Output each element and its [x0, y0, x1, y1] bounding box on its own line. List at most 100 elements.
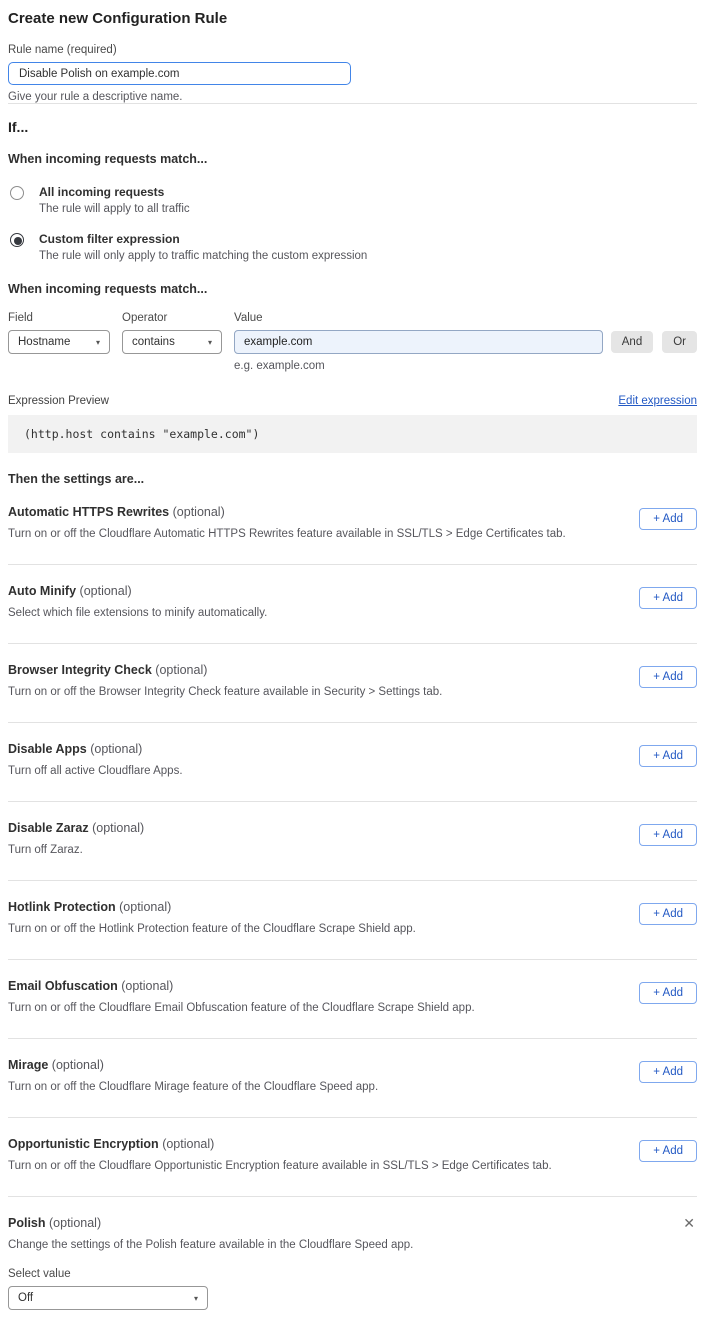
radio-description: The rule will only apply to traffic matc…	[39, 250, 367, 262]
setting-name: Mirage	[8, 1058, 48, 1072]
value-column: Value e.g. example.com	[234, 312, 603, 372]
expression-builder-row: Field Hostname ▾ Operator contains ▾ Val…	[8, 312, 697, 372]
operator-column: Operator contains ▾	[122, 312, 222, 354]
setting-row-email-obfuscation: Email Obfuscation (optional) Turn on or …	[8, 960, 697, 1039]
rule-name-helper: Give your rule a descriptive name.	[8, 91, 697, 103]
setting-description: Turn on or off the Cloudflare Automatic …	[8, 528, 566, 540]
setting-row-auto-minify: Auto Minify (optional) Select which file…	[8, 565, 697, 644]
polish-select-value: Off	[18, 1292, 33, 1304]
polish-select-group: Select value Off ▾	[8, 1268, 697, 1310]
expression-builder-heading: When incoming requests match...	[8, 282, 697, 296]
edit-expression-link[interactable]: Edit expression	[618, 395, 697, 407]
radio-label: Custom filter expression	[39, 232, 367, 246]
setting-name: Auto Minify	[8, 584, 76, 598]
setting-info: Hotlink Protection (optional) Turn on or…	[8, 900, 416, 935]
chevron-down-icon: ▾	[208, 338, 212, 347]
value-helper: e.g. example.com	[234, 360, 603, 372]
value-label: Value	[234, 312, 603, 324]
setting-name: Automatic HTTPS Rewrites	[8, 505, 169, 519]
setting-description: Turn on or off the Browser Integrity Che…	[8, 686, 442, 698]
setting-row-hotlink-protection: Hotlink Protection (optional) Turn on or…	[8, 881, 697, 960]
setting-name: Hotlink Protection	[8, 900, 116, 914]
optional-tag: (optional)	[52, 1058, 104, 1072]
add-browser-integrity-check-button[interactable]: + Add	[639, 666, 697, 688]
setting-row-opportunistic-encryption: Opportunistic Encryption (optional) Turn…	[8, 1118, 697, 1197]
setting-info: Email Obfuscation (optional) Turn on or …	[8, 979, 475, 1014]
polish-header: Polish (optional) ✕	[8, 1216, 697, 1230]
add-auto-minify-button[interactable]: + Add	[639, 587, 697, 609]
close-icon[interactable]: ✕	[681, 1216, 697, 1230]
page-title: Create new Configuration Rule	[8, 10, 697, 27]
rule-name-group: Rule name (required) Give your rule a de…	[8, 44, 697, 103]
chevron-down-icon: ▾	[194, 1294, 198, 1303]
setting-description: Turn on or off the Hotlink Protection fe…	[8, 923, 416, 935]
radio-all-incoming-requests[interactable]: All incoming requests The rule will appl…	[8, 185, 697, 215]
setting-name: Opportunistic Encryption	[8, 1137, 159, 1151]
match-heading: When incoming requests match...	[8, 152, 697, 166]
setting-description: Turn on or off the Cloudflare Mirage fea…	[8, 1081, 378, 1093]
chevron-down-icon: ▾	[96, 338, 100, 347]
operator-select-value: contains	[132, 336, 175, 348]
expression-preview-label: Expression Preview	[8, 395, 109, 407]
and-button[interactable]: And	[611, 331, 653, 353]
polish-value-select[interactable]: Off ▾	[8, 1286, 208, 1310]
setting-row-browser-integrity-check: Browser Integrity Check (optional) Turn …	[8, 644, 697, 723]
add-automatic-https-rewrites-button[interactable]: + Add	[639, 508, 697, 530]
field-label: Field	[8, 312, 110, 324]
setting-description: Select which file extensions to minify a…	[8, 607, 267, 619]
setting-info: Mirage (optional) Turn on or off the Clo…	[8, 1058, 378, 1093]
setting-description: Turn off Zaraz.	[8, 844, 144, 856]
optional-tag: (optional)	[173, 505, 225, 519]
radio-icon[interactable]	[10, 186, 24, 200]
setting-name: Polish	[8, 1216, 46, 1230]
conjunction-buttons: And Or	[611, 312, 697, 353]
setting-description: Turn off all active Cloudflare Apps.	[8, 765, 183, 777]
if-heading: If...	[8, 119, 697, 135]
setting-name: Email Obfuscation	[8, 979, 118, 993]
field-select-value: Hostname	[18, 336, 70, 348]
optional-tag: (optional)	[49, 1216, 101, 1230]
setting-row-disable-zaraz: Disable Zaraz (optional) Turn off Zaraz.…	[8, 802, 697, 881]
setting-row-mirage: Mirage (optional) Turn on or off the Clo…	[8, 1039, 697, 1118]
optional-tag: (optional)	[162, 1137, 214, 1151]
field-column: Field Hostname ▾	[8, 312, 110, 354]
setting-name: Browser Integrity Check	[8, 663, 152, 677]
divider	[8, 103, 697, 104]
setting-name: Disable Apps	[8, 742, 87, 756]
setting-row-disable-apps: Disable Apps (optional) Turn off all act…	[8, 723, 697, 802]
rule-name-input[interactable]	[8, 62, 351, 85]
add-disable-zaraz-button[interactable]: + Add	[639, 824, 697, 846]
expression-preview-header: Expression Preview Edit expression	[8, 395, 697, 407]
setting-row-automatic-https-rewrites: Automatic HTTPS Rewrites (optional) Turn…	[8, 486, 697, 565]
setting-info: Disable Zaraz (optional) Turn off Zaraz.	[8, 821, 144, 856]
add-disable-apps-button[interactable]: + Add	[639, 745, 697, 767]
or-button[interactable]: Or	[662, 331, 697, 353]
optional-tag: (optional)	[155, 663, 207, 677]
setting-info: Opportunistic Encryption (optional) Turn…	[8, 1137, 552, 1172]
polish-select-label: Select value	[8, 1268, 697, 1280]
operator-label: Operator	[122, 312, 222, 324]
optional-tag: (optional)	[90, 742, 142, 756]
setting-info: Browser Integrity Check (optional) Turn …	[8, 663, 442, 698]
expression-preview-code: (http.host contains "example.com")	[8, 415, 697, 453]
field-select[interactable]: Hostname ▾	[8, 330, 110, 354]
setting-description: Turn on or off the Cloudflare Opportunis…	[8, 1160, 552, 1172]
operator-select[interactable]: contains ▾	[122, 330, 222, 354]
radio-icon[interactable]	[10, 233, 24, 247]
setting-description: Turn on or off the Cloudflare Email Obfu…	[8, 1002, 475, 1014]
radio-custom-filter-expression[interactable]: Custom filter expression The rule will o…	[8, 232, 697, 262]
optional-tag: (optional)	[119, 900, 171, 914]
setting-row-polish: Polish (optional) ✕ Change the settings …	[8, 1197, 697, 1310]
add-mirage-button[interactable]: + Add	[639, 1061, 697, 1083]
setting-name: Disable Zaraz	[8, 821, 89, 835]
add-opportunistic-encryption-button[interactable]: + Add	[639, 1140, 697, 1162]
rule-name-label: Rule name (required)	[8, 44, 697, 56]
radio-label: All incoming requests	[39, 185, 190, 199]
optional-tag: (optional)	[121, 979, 173, 993]
radio-description: The rule will apply to all traffic	[39, 203, 190, 215]
add-email-obfuscation-button[interactable]: + Add	[639, 982, 697, 1004]
setting-info: Auto Minify (optional) Select which file…	[8, 584, 267, 619]
add-hotlink-protection-button[interactable]: + Add	[639, 903, 697, 925]
value-input[interactable]	[234, 330, 603, 354]
optional-tag: (optional)	[92, 821, 144, 835]
